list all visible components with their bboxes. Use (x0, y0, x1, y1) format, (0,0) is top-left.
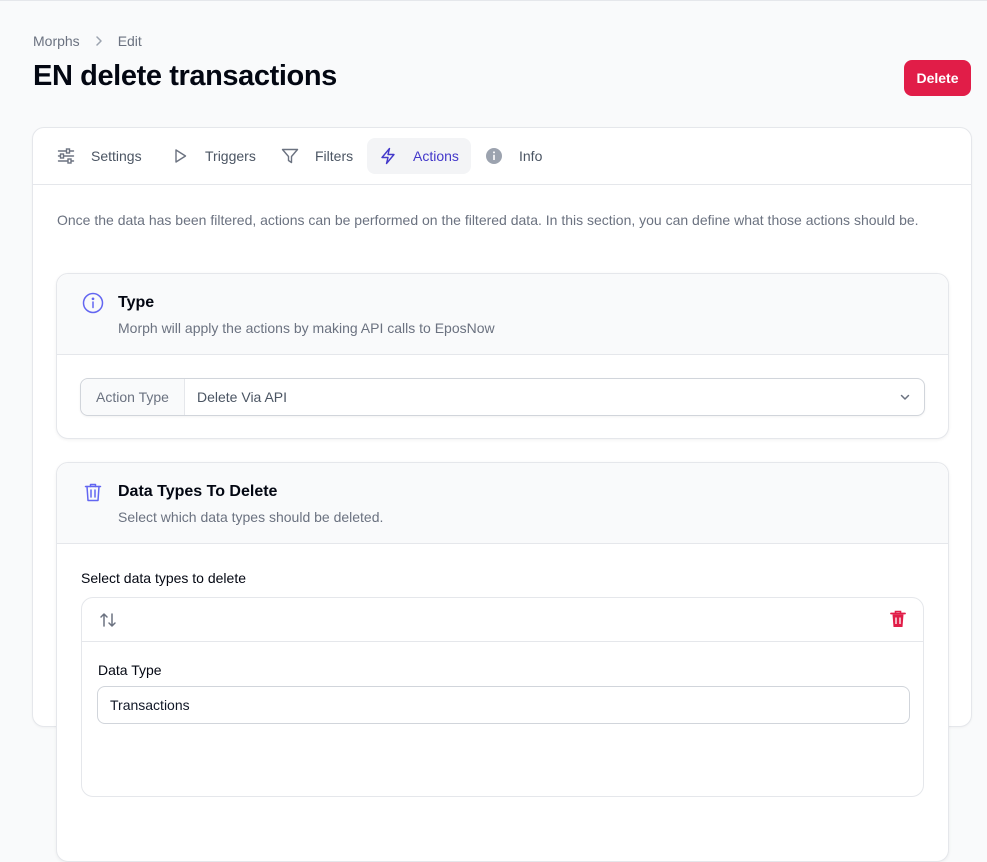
action-type-label: Action Type (81, 379, 185, 415)
data-types-section-description: Select which data types should be delete… (118, 509, 384, 525)
select-data-types-label: Select data types to delete (81, 570, 246, 586)
type-section-title: Type (118, 294, 155, 311)
delete-item-trash-icon[interactable] (890, 610, 906, 633)
tab-triggers-label: Triggers (205, 148, 256, 164)
info-circle-icon (82, 292, 104, 319)
bolt-icon (379, 147, 405, 165)
play-icon (171, 147, 197, 165)
tab-settings-label: Settings (91, 148, 142, 164)
chevron-down-icon (886, 379, 924, 415)
morph-edit-card: Settings Triggers Filters Actions Info O… (32, 127, 972, 862)
actions-intro-text: Once the data has been filtered, actions… (57, 212, 919, 228)
repeater-item-header (82, 598, 923, 642)
tab-settings[interactable]: Settings (45, 138, 154, 174)
chevron-right-icon (94, 36, 104, 46)
tab-info[interactable]: Info (473, 138, 554, 174)
data-types-to-delete-section: Data Types To Delete Select which data t… (56, 462, 949, 862)
reorder-icon[interactable] (98, 610, 118, 635)
type-section-header: Type Morph will apply the actions by mak… (57, 274, 948, 355)
type-section: Type Morph will apply the actions by mak… (56, 273, 949, 439)
delete-button[interactable]: Delete (904, 60, 971, 96)
type-section-description: Morph will apply the actions by making A… (118, 320, 495, 336)
top-divider (0, 0, 987, 1)
data-type-field-label: Data Type (98, 662, 162, 678)
tab-info-label: Info (519, 148, 543, 164)
funnel-icon (281, 147, 307, 165)
data-type-select[interactable]: Transactions (97, 686, 910, 724)
page-title: EN delete transactions (33, 60, 337, 92)
data-type-repeater-item: Data Type Transactions (81, 597, 924, 797)
tab-filters-label: Filters (315, 148, 354, 164)
data-types-section-header: Data Types To Delete Select which data t… (57, 463, 948, 544)
trash-icon (82, 481, 104, 508)
breadcrumb-current: Edit (117, 33, 142, 49)
tab-actions-label: Actions (413, 148, 459, 164)
tab-filters[interactable]: Filters (269, 138, 365, 174)
tab-actions[interactable]: Actions (367, 138, 471, 174)
tab-triggers[interactable]: Triggers (159, 138, 268, 174)
action-type-value: Delete Via API (197, 389, 288, 405)
sliders-icon (57, 147, 83, 165)
action-type-select[interactable]: Action Type Delete Via API (80, 378, 925, 416)
info-icon (485, 147, 511, 165)
data-types-section-title: Data Types To Delete (118, 483, 278, 500)
breadcrumb: Morphs Edit (33, 33, 142, 49)
tab-bar: Settings Triggers Filters Actions Info (33, 128, 971, 185)
breadcrumb-morphs-link[interactable]: Morphs (33, 33, 80, 49)
